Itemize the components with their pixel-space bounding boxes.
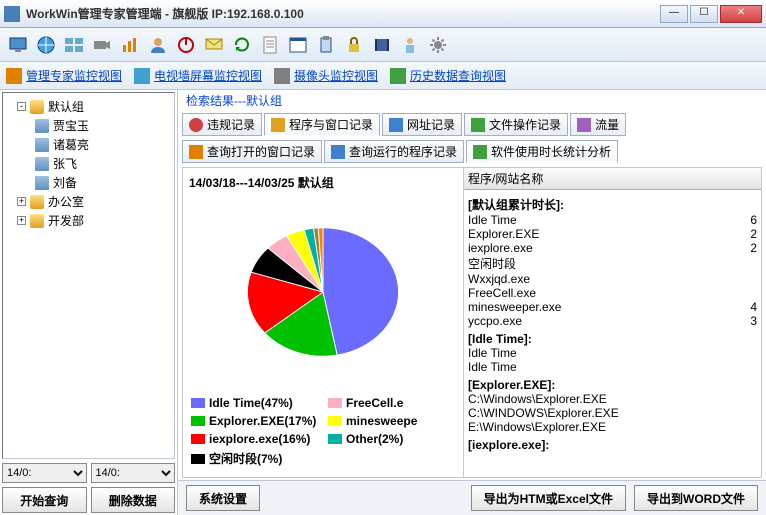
legend-item: 空闲时段(7%) [191,448,326,469]
footer-bar: 系统设置 导出为HTM或Excel文件 导出到WORD文件 [178,480,766,515]
start-query-button[interactable]: 开始查询 [2,487,87,513]
list-item[interactable]: FreeCell.exe [468,286,757,300]
tool-monitor-icon[interactable] [6,33,30,57]
app-icon [4,6,20,22]
tab-url[interactable]: 网址记录 [382,113,462,136]
tab-query-programs[interactable]: 查询运行的程序记录 [324,140,464,163]
window-title: WorkWin管理专家管理端 - 旗舰版 IP:192.168.0.100 [26,5,660,22]
title-bar: WorkWin管理专家管理端 - 旗舰版 IP:192.168.0.100 — … [0,0,766,28]
main-toolbar [0,28,766,62]
tree-client[interactable]: 诸葛亮 [35,135,170,154]
chart-legend: Idle Time(47%) FreeCell.e Explorer.EXE(17%… [187,390,459,473]
legend-item: iexplore.exe(16%) [191,430,318,448]
list-item[interactable]: 空闲时段 [468,255,757,272]
record-tab-row2: 查询打开的窗口记录 查询运行的程序记录 软件使用时长统计分析 [178,138,766,165]
tool-person-icon[interactable] [398,33,422,57]
list-item[interactable]: Explorer.EXE2 [468,227,757,241]
list-item[interactable]: iexplore.exe2 [468,241,757,255]
delete-data-button[interactable]: 删除数据 [91,487,176,513]
list-group-header: [Explorer.EXE]: [468,378,757,392]
list-item[interactable]: Idle Time6 [468,213,757,227]
list-item[interactable]: C:\WINDOWS\Explorer.EXE [468,406,757,420]
client-tree[interactable]: -默认组 贾宝玉 诸葛亮 张飞 刘备 +办公室 +开发部 [2,92,175,459]
right-panel: 检索结果---默认组 违规记录 程序与窗口记录 网址记录 文件操作记录 流量 查… [178,90,766,515]
tool-chart-icon[interactable] [118,33,142,57]
legend-item: Explorer.EXE(17%) [191,412,318,430]
tool-gear-icon[interactable] [426,33,450,57]
tool-user-icon[interactable] [146,33,170,57]
legend-item: FreeCell.e [328,394,455,412]
tool-msg-icon[interactable] [202,33,226,57]
list-item[interactable]: Idle Time [468,360,757,374]
system-settings-button[interactable]: 系统设置 [186,485,260,511]
list-header: 程序/网站名称 [464,168,761,190]
view-tab-tvwall[interactable]: 电视墙屏幕监控视图 [134,67,262,84]
tree-group-office[interactable]: +办公室 [17,192,170,211]
tab-query-windows[interactable]: 查询打开的窗口记录 [182,140,322,163]
tool-film-icon[interactable] [370,33,394,57]
tool-window-icon[interactable] [286,33,310,57]
tab-file-ops[interactable]: 文件操作记录 [464,113,568,136]
list-group-header: [iexplore.exe]: [468,438,757,452]
maximize-button[interactable]: ☐ [690,5,718,23]
view-tab-bar: 管理专家监控视图 电视墙屏幕监控视图 摄像头监控视图 历史数据查询视图 [0,62,766,90]
legend-item: minesweepe [328,412,455,430]
view-tab-camera[interactable]: 摄像头监控视图 [274,67,378,84]
list-group-header: [Idle Time]: [468,332,757,346]
legend-item: Idle Time(47%) [191,394,318,412]
record-tab-row1: 违规记录 程序与窗口记录 网址记录 文件操作记录 流量 [178,111,766,138]
view-tab-monitor[interactable]: 管理专家监控视图 [6,67,122,84]
tree-client[interactable]: 贾宝玉 [35,116,170,135]
tool-camera-icon[interactable] [90,33,114,57]
tree-group-default[interactable]: -默认组 [17,97,170,116]
tool-screens-icon[interactable] [62,33,86,57]
tab-usage-stats[interactable]: 软件使用时长统计分析 [466,140,618,163]
tree-client[interactable]: 张飞 [35,154,170,173]
date-from-select[interactable]: 14/0: [2,463,87,483]
list-group-header: [默认组累计时长]: [468,196,757,213]
tab-traffic[interactable]: 流量 [570,113,626,136]
program-list[interactable]: 程序/网站名称 [默认组累计时长]:Idle Time6Explorer.EXE… [463,168,761,477]
list-item[interactable]: Idle Time [468,346,757,360]
tool-doc-icon[interactable] [258,33,282,57]
tool-refresh-icon[interactable] [230,33,254,57]
tool-lock-icon[interactable] [342,33,366,57]
list-item[interactable]: E:\Windows\Explorer.EXE [468,420,757,434]
pie-chart [187,193,459,390]
list-item[interactable]: Wxxjqd.exe [468,272,757,286]
tree-client[interactable]: 刘备 [35,173,170,192]
tool-power-icon[interactable] [174,33,198,57]
tab-program-window[interactable]: 程序与窗口记录 [264,113,380,136]
tool-clip-icon[interactable] [314,33,338,57]
tab-violation[interactable]: 违规记录 [182,113,262,136]
export-htm-excel-button[interactable]: 导出为HTM或Excel文件 [471,485,626,511]
tool-globe-icon[interactable] [34,33,58,57]
chart-title: 14/03/18---14/03/25 默认组 [187,172,459,193]
export-word-button[interactable]: 导出到WORD文件 [634,485,758,511]
legend-item: Other(2%) [328,430,455,448]
list-item[interactable]: minesweeper.exe4 [468,300,757,314]
close-button[interactable]: ✕ [720,5,762,23]
list-item[interactable]: yccpo.exe3 [468,314,757,328]
date-to-select[interactable]: 14/0: [91,463,176,483]
minimize-button[interactable]: — [660,5,688,23]
left-panel: -默认组 贾宝玉 诸葛亮 张飞 刘备 +办公室 +开发部 14/0: 14/0:… [0,90,178,515]
chart-panel: 14/03/18---14/03/25 默认组 Idle Time(47%) Fr… [183,168,463,477]
view-tab-history[interactable]: 历史数据查询视图 [390,67,506,84]
search-result-header: 检索结果---默认组 [178,90,766,111]
list-item[interactable]: C:\Windows\Explorer.EXE [468,392,757,406]
tree-group-dev[interactable]: +开发部 [17,211,170,230]
